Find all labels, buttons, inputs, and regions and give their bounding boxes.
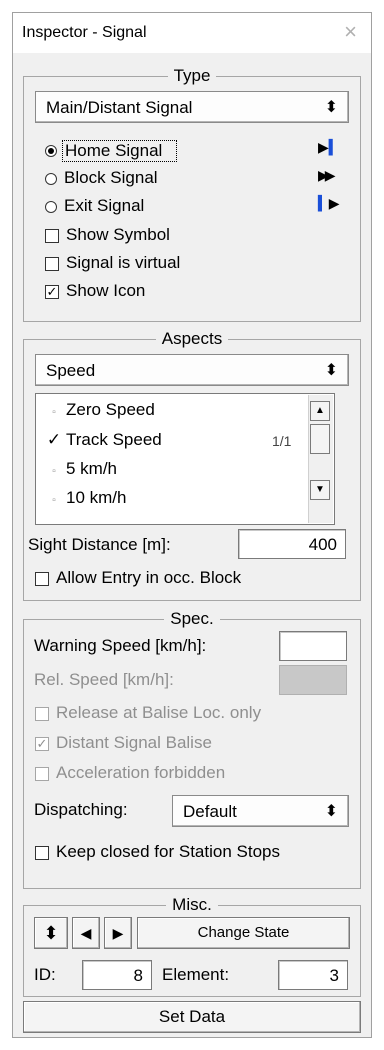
signal-virtual-checkbox[interactable] <box>45 257 59 271</box>
chevron-updown-icon: ⬍ <box>324 99 338 116</box>
show-icon-label[interactable]: Show Icon <box>66 281 145 301</box>
set-data-button[interactable]: Set Data <box>23 1001 361 1033</box>
aspect-label: 5 km/h <box>66 459 118 478</box>
element-field: 3 <box>278 960 348 990</box>
scroll-down-icon[interactable]: ▼ <box>310 480 330 500</box>
aspects-legend: Aspects <box>155 329 229 348</box>
scroll-thumb[interactable] <box>310 424 330 454</box>
exit-signal-radio[interactable] <box>45 201 57 213</box>
block-signal-icon: ▶▶ <box>318 167 335 183</box>
change-state-button[interactable]: Change State <box>137 917 350 949</box>
show-symbol-checkbox[interactable] <box>45 229 59 243</box>
home-signal-icon: ▶▍ <box>318 139 340 155</box>
spec-group: Spec. Warning Speed [km/h]: Rel. Speed [… <box>23 609 361 889</box>
chevron-updown-icon: ⬍ <box>324 362 338 379</box>
allow-entry-checkbox[interactable] <box>35 572 49 586</box>
sight-distance-label: Sight Distance [m]: <box>28 535 171 554</box>
dispatching-value: Default <box>183 802 237 821</box>
home-signal-radio[interactable] <box>45 145 57 157</box>
distant-balise-label: Distant Signal Balise <box>56 733 212 752</box>
list-item[interactable]: ✓ Track Speed <box>42 430 162 450</box>
scroll-up-icon[interactable]: ▲ <box>310 401 330 421</box>
list-item[interactable]: ▫ 5 km/h <box>42 459 117 479</box>
sight-distance-input[interactable]: 400 <box>238 529 346 559</box>
aspect-mode-value: Speed <box>46 361 96 380</box>
aspect-label: Track Speed <box>66 430 162 449</box>
dispatching-label: Dispatching: <box>34 800 128 819</box>
inspector-window: Inspector - Signal × Type Main/Distant S… <box>12 12 372 1038</box>
chevron-updown-icon: ⬍ <box>324 803 338 820</box>
list-item[interactable]: ▫ 10 km/h <box>42 488 126 508</box>
id-value: 8 <box>133 966 143 985</box>
type-legend: Type <box>167 66 217 85</box>
allow-entry-label[interactable]: Allow Entry in occ. Block <box>56 568 241 588</box>
scrollbar[interactable]: ▲ ▼ <box>308 395 333 523</box>
signal-virtual-label[interactable]: Signal is virtual <box>66 253 180 273</box>
dispatching-select[interactable]: Default ⬍ <box>172 795 349 827</box>
title-bar: Inspector - Signal × <box>13 13 371 53</box>
accel-forbidden-label: Acceleration forbidden <box>56 763 226 782</box>
release-balise-label: Release at Balise Loc. only <box>56 703 262 722</box>
misc-group: Misc. ⬍ ◀ ▶ Change State ID: 8 Element: … <box>23 895 361 997</box>
aspect-mode-select[interactable]: Speed ⬍ <box>35 354 349 386</box>
rel-speed-input <box>279 665 347 695</box>
sort-updown-icon[interactable]: ⬍ <box>34 917 68 949</box>
unchecked-mark-icon: ▫ <box>52 466 56 477</box>
show-icon-checkbox[interactable]: ✓ <box>45 285 59 299</box>
element-label: Element: <box>162 965 230 984</box>
warning-speed-label: Warning Speed [km/h]: <box>34 636 207 655</box>
element-value: 3 <box>329 966 339 985</box>
aspect-list[interactable]: ▫ Zero Speed ✓ Track Speed 1/1 ▫ 5 km/h ▫ 10… <box>35 393 335 525</box>
aspect-label: 10 km/h <box>66 488 127 507</box>
home-signal-label[interactable]: Home Signal <box>62 140 178 162</box>
unchecked-mark-icon: ▫ <box>52 407 56 418</box>
accel-forbidden-checkbox <box>35 767 49 781</box>
block-signal-label[interactable]: Block Signal <box>64 168 158 188</box>
sight-distance-value: 400 <box>308 535 337 554</box>
list-item[interactable]: ▫ Zero Speed <box>42 400 155 420</box>
spec-legend: Spec. <box>164 609 220 628</box>
distant-balise-checkbox: ✓ <box>35 736 49 751</box>
misc-legend: Misc. <box>166 895 218 914</box>
signal-type-value: Main/Distant Signal <box>46 98 193 117</box>
checkmark-icon: ✓ <box>46 430 62 449</box>
show-symbol-label[interactable]: Show Symbol <box>66 225 170 245</box>
block-signal-radio[interactable] <box>45 173 57 185</box>
exit-signal-icon: ▍▶ <box>318 195 340 211</box>
close-icon[interactable]: × <box>344 20 357 44</box>
window-title: Inspector - Signal <box>22 24 147 41</box>
keep-closed-checkbox[interactable] <box>35 846 49 860</box>
release-balise-checkbox <box>35 707 49 721</box>
aspect-count: 1/1 <box>272 433 292 449</box>
rel-speed-label: Rel. Speed [km/h]: <box>34 670 174 689</box>
right-arrow-icon[interactable]: ▶ <box>104 917 132 949</box>
id-field: 8 <box>82 960 152 990</box>
aspects-group: Aspects Speed ⬍ ▫ Zero Speed ✓ Track Speed… <box>23 329 361 601</box>
exit-signal-label[interactable]: Exit Signal <box>64 196 144 216</box>
unchecked-mark-icon: ▫ <box>52 495 56 506</box>
left-arrow-icon[interactable]: ◀ <box>72 917 100 949</box>
warning-speed-input[interactable] <box>279 631 347 661</box>
signal-type-select[interactable]: Main/Distant Signal ⬍ <box>35 91 349 123</box>
id-label: ID: <box>34 965 56 984</box>
aspect-label: Zero Speed <box>66 400 155 419</box>
keep-closed-label[interactable]: Keep closed for Station Stops <box>56 842 280 862</box>
type-group: Type Main/Distant Signal ⬍ Home Signal ▶… <box>23 66 361 322</box>
